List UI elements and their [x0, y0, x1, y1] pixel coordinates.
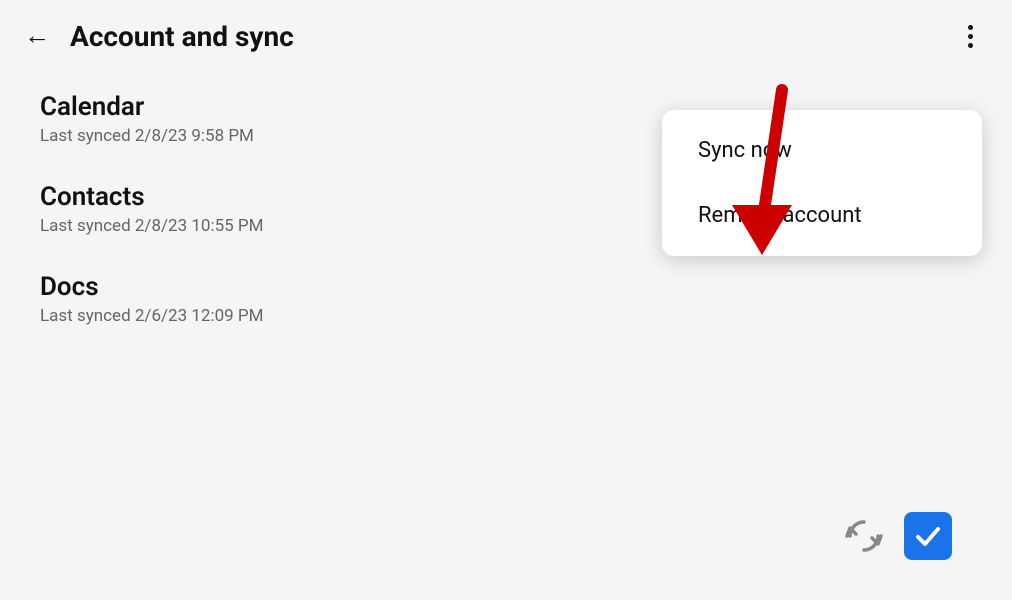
dot3	[968, 43, 973, 48]
page-title: Account and sync	[70, 20, 294, 53]
sync-now-button[interactable]: Sync now	[662, 118, 982, 183]
sync-icon[interactable]	[840, 512, 888, 560]
bottom-action-icons	[840, 512, 952, 560]
header-left: ← Account and sync	[24, 20, 294, 53]
dot1	[968, 25, 973, 30]
sync-item-docs[interactable]: Docs Last synced 2/6/23 12:09 PM	[40, 272, 972, 326]
sync-item-name: Docs	[40, 272, 972, 302]
remove-account-button[interactable]: Remove account	[662, 183, 982, 248]
popup-menu: Sync now Remove account	[662, 110, 982, 256]
header: ← Account and sync	[0, 0, 1012, 72]
back-button[interactable]: ←	[24, 23, 50, 49]
checkbox-checked-icon[interactable]	[904, 512, 952, 560]
more-options-button[interactable]	[952, 18, 988, 54]
sync-item-status: Last synced 2/6/23 12:09 PM	[40, 306, 972, 326]
dot2	[968, 34, 973, 39]
